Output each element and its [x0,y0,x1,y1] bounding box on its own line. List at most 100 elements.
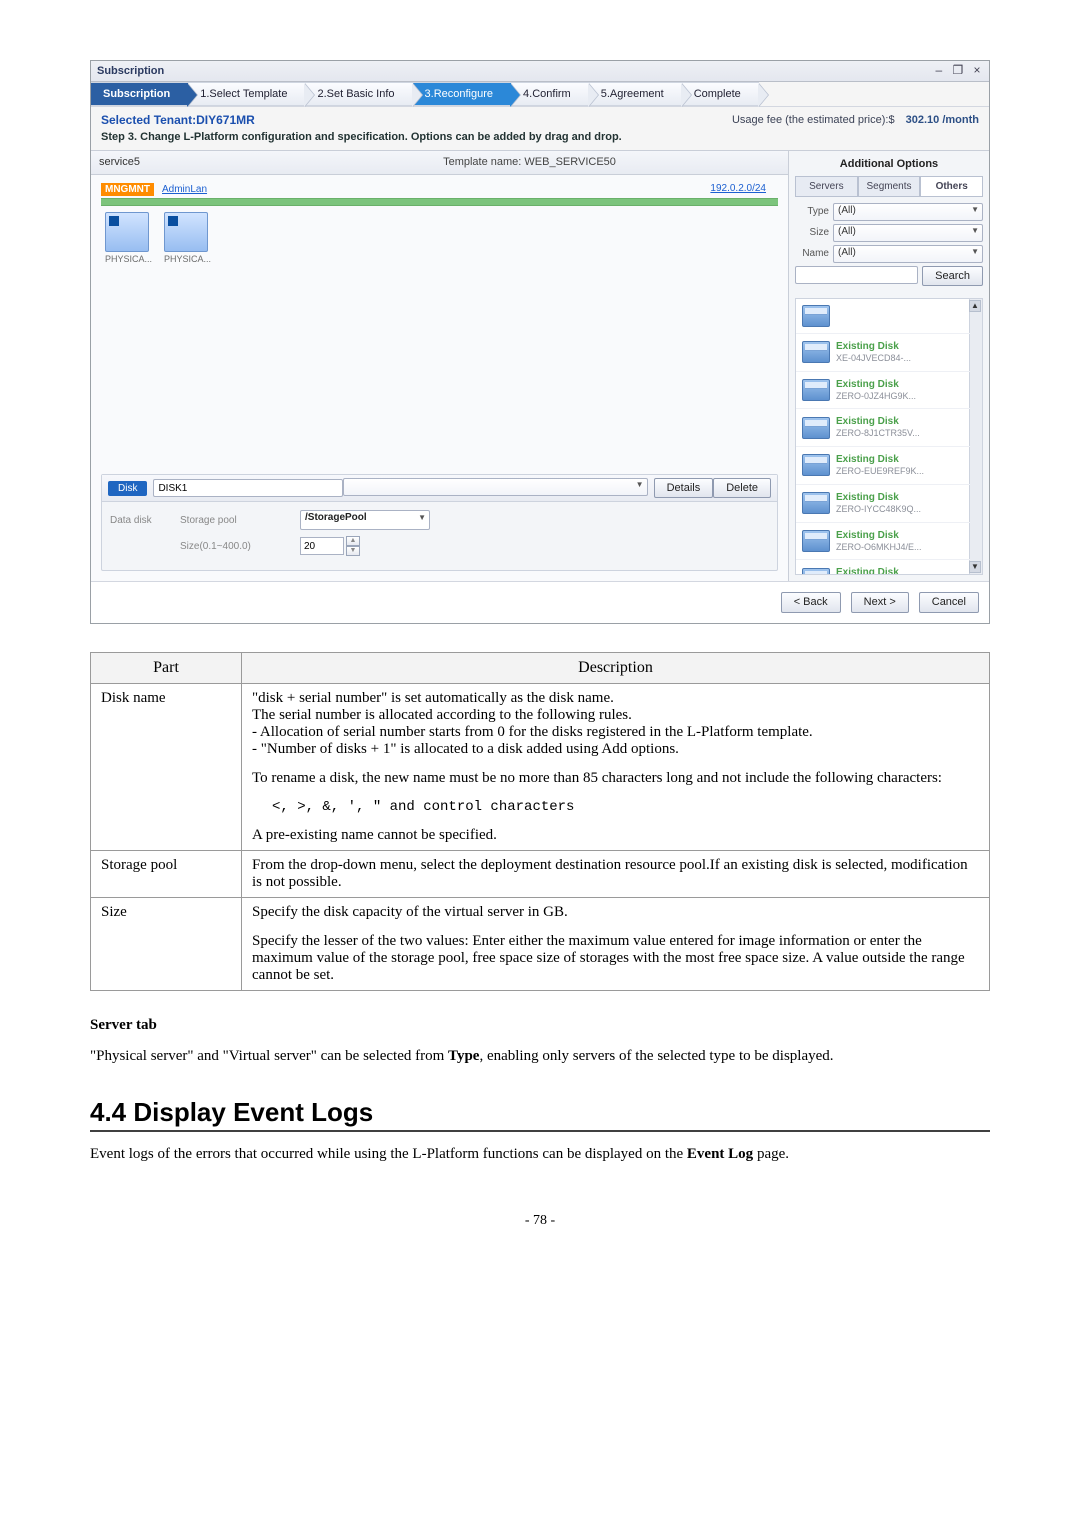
storage-pool-select[interactable]: /StoragePool [300,510,430,530]
server-caption: PHYSICA... [164,254,211,266]
list-item[interactable]: Existing DiskZERO-O6MKHJ4/E... [796,560,970,574]
spin-down-icon[interactable]: ▼ [346,546,360,556]
disk-icon [802,417,830,439]
delete-button[interactable]: Delete [713,478,771,498]
mngmnt-tag: MNGMNT [101,183,154,196]
disk-icon [802,568,830,575]
close-icon[interactable]: × [971,63,983,79]
server-icon [105,212,149,252]
server-node-2[interactable]: PHYSICA... [164,212,211,266]
filters: Type (All) Size (All) Name (All) Search [795,203,983,292]
step-instruction: Step 3. Change L-Platform configuration … [91,130,989,150]
next-button[interactable]: Next > [851,592,909,612]
crumb-reconfigure[interactable]: 3.Reconfigure [413,82,512,106]
details-button[interactable]: Details [654,478,714,498]
search-button[interactable]: Search [922,266,983,286]
search-input[interactable] [795,266,918,284]
server-node-1[interactable]: PHYSICA... [105,212,152,266]
list-item[interactable]: Existing DiskZERO-0JZ4HG9K... [796,372,970,410]
storage-pool-label: Storage pool [180,514,300,527]
minimize-icon[interactable]: – [933,63,945,79]
workspace: service5 Template name: WEB_SERVICE50 MN… [91,150,989,581]
service-name: service5 [99,155,279,169]
cancel-button[interactable]: Cancel [919,592,979,612]
cell-part: Size [91,897,242,990]
list-item[interactable]: Existing DiskZERO-EUE9REF9K... [796,447,970,485]
filter-name-select[interactable]: (All) [833,245,983,263]
filter-type-label: Type [795,205,829,218]
usage-fee-price: 302.10 /month [906,114,979,126]
tab-segments[interactable]: Segments [858,176,921,196]
size-input[interactable] [300,537,344,555]
size-label: Size(0.1~400.0) [180,540,300,553]
data-disk-section-label: Data disk [110,514,180,527]
disk-icon [802,492,830,514]
side-panel-title: Additional Options [795,157,983,171]
disk-name-input[interactable] [153,479,343,497]
tab-servers[interactable]: Servers [795,176,858,196]
list-item[interactable]: Existing DiskZERO-O6MKHJ4/E... [796,523,970,561]
side-tabs: Servers Segments Others [795,176,983,197]
filter-size-select[interactable]: (All) [833,224,983,242]
scroll-up-icon[interactable]: ▲ [969,300,981,312]
back-button[interactable]: < Back [781,592,841,612]
restore-icon[interactable]: ❐ [952,63,964,79]
usage-fee: Usage fee (the estimated price):$ 302.10… [732,113,979,127]
scrollbar[interactable]: ▲ ▼ [969,299,982,574]
canvas[interactable]: service5 Template name: WEB_SERVICE50 MN… [91,151,789,581]
cell-desc: "disk + serial number" is set automatica… [242,683,990,850]
list-item[interactable]: Existing DiskXE-04JVECD84-... [796,334,970,372]
section-heading: 4.4 Display Event Logs [90,1097,990,1132]
description-table: Part Description Disk name "disk + seria… [90,652,990,991]
page-number: - 78 - [90,1213,990,1229]
disk-chip: Disk [108,481,147,496]
crumb-confirm[interactable]: 4.Confirm [511,82,589,106]
table-row: Storage pool From the drop-down menu, se… [91,850,990,897]
spin-up-icon[interactable]: ▲ [346,536,360,546]
filter-name-label: Name [795,247,829,260]
disk-panel-header: Disk Details Delete [102,475,777,502]
usage-fee-label: Usage fee (the estimated price):$ [732,114,895,126]
server-tab-heading: Server tab [90,1017,990,1034]
options-list: ▲ ▼ Existing DiskXE-04JVECD84-... Existi… [795,298,983,575]
titlebar: Subscription – ❐ × [91,61,989,82]
th-description: Description [242,652,990,683]
cell-part: Disk name [91,683,242,850]
crumb-subscription[interactable]: Subscription [91,82,188,106]
app-window: Subscription – ❐ × Subscription 1.Select… [90,60,990,624]
crumb-complete[interactable]: Complete [682,82,759,106]
tab-others[interactable]: Others [920,176,983,196]
cell-part: Storage pool [91,850,242,897]
disk-icon [802,341,830,363]
disk-icon [802,379,830,401]
template-name: Template name: WEB_SERVICE50 [279,155,780,169]
admin-lan-link[interactable]: AdminLan [162,183,207,196]
filter-type-select[interactable]: (All) [833,203,983,221]
disk-panel: Disk Details Delete Data disk Storage po… [101,474,778,571]
disk-icon [802,454,830,476]
topology: MNGMNT AdminLan 192.0.2.0/24 PHYSICA... … [101,183,778,266]
event-log-paragraph: Event logs of the errors that occurred w… [90,1146,990,1163]
crumb-agreement[interactable]: 5.Agreement [589,82,682,106]
filter-size-label: Size [795,226,829,239]
crumb-set-basic-info[interactable]: 2.Set Basic Info [305,82,412,106]
size-spinner[interactable]: ▲▼ [346,536,360,556]
list-item[interactable]: Existing DiskZERO-8J1CTR35V... [796,409,970,447]
disk-icon [802,530,830,552]
scroll-down-icon[interactable]: ▼ [969,561,981,573]
selected-tenant-label: Selected Tenant:DIY671MR [101,113,255,129]
crumb-select-template[interactable]: 1.Select Template [188,82,305,106]
network-bar [101,198,778,206]
disk-dropdown[interactable] [343,478,647,496]
window-buttons: – ❐ × [929,63,983,79]
list-item[interactable] [796,299,970,334]
server-caption: PHYSICA... [105,254,152,266]
app-title: Subscription [97,64,164,78]
table-row: Size Specify the disk capacity of the vi… [91,897,990,990]
side-panel: Additional Options Servers Segments Othe… [789,151,989,581]
table-row: Disk name "disk + serial number" is set … [91,683,990,850]
server-tab-paragraph: "Physical server" and "Virtual server" c… [90,1048,990,1065]
list-item[interactable]: Existing DiskZERO-IYCC48K9Q... [796,485,970,523]
breadcrumb: Subscription 1.Select Template 2.Set Bas… [91,82,989,106]
subnet-link[interactable]: 192.0.2.0/24 [710,182,766,195]
